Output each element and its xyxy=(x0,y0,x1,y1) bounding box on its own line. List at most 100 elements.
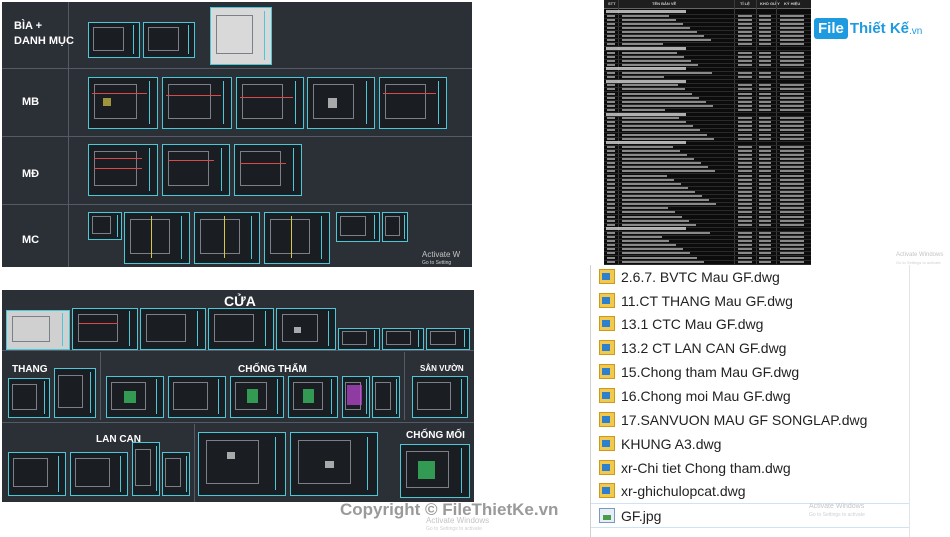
drawing-sheet-md-2[interactable] xyxy=(162,144,230,196)
table-cell xyxy=(738,149,752,152)
drawing-sheet-mc-5[interactable] xyxy=(336,212,380,242)
table-cell xyxy=(759,72,771,74)
drawing-sheet-cover-2[interactable] xyxy=(143,22,195,58)
drawing-sheet-mb-4[interactable] xyxy=(307,77,375,129)
table-cell xyxy=(759,39,771,42)
drawing-sheet-chong-tham-2[interactable] xyxy=(168,376,226,418)
table-cell xyxy=(622,108,665,111)
table-cell xyxy=(780,260,804,263)
table-cell xyxy=(738,215,752,218)
table-cell xyxy=(622,18,676,21)
door-schedule-sheet[interactable] xyxy=(6,310,70,350)
file-item[interactable]: 16.Chong moi Mau GF.dwg xyxy=(591,384,909,407)
filethietke-logo[interactable]: File Thiết Kế .vn xyxy=(814,14,922,42)
drawing-sheet-chong-tham-1[interactable] xyxy=(106,376,164,418)
file-item[interactable]: 15.Chong tham Mau GF.dwg xyxy=(591,360,909,383)
table-cell xyxy=(607,211,615,214)
file-item[interactable]: KHUNG A3.dwg xyxy=(591,432,909,455)
table-cell xyxy=(738,260,752,263)
drawing-sheet-mb-2[interactable] xyxy=(162,77,232,129)
watermark-line2: Go to Settings to activate xyxy=(426,526,482,532)
drawing-sheet-cua-6[interactable] xyxy=(382,328,424,350)
table-cell xyxy=(622,203,716,206)
drawing-sheet-cua-2[interactable] xyxy=(140,308,206,350)
table-cell xyxy=(780,18,804,21)
activate-windows-watermark-table: Activate Windows Go to Settings to activ… xyxy=(896,252,944,265)
drawing-sheet-cua-1[interactable] xyxy=(72,308,138,350)
drawing-sheet-mc-6[interactable] xyxy=(382,212,408,242)
file-item[interactable]: 17.SANVUON MAU GF SONGLAP.dwg xyxy=(591,408,909,431)
dwg-file-icon xyxy=(599,269,615,284)
table-cell xyxy=(622,117,679,120)
drawing-sheet-chong-moi-1[interactable] xyxy=(198,432,286,496)
drawing-sheet-chong-tham-6[interactable] xyxy=(372,376,400,418)
drawing-index-table: STT TÊN BẢN VẼ TỈ LỆ KHỔ GIẤY KÝ HIỆU xyxy=(604,0,811,268)
table-cell xyxy=(738,256,752,259)
drawing-sheet-cua-4[interactable] xyxy=(276,308,336,350)
file-item[interactable]: 13.2 CT LAN CAN GF.dwg xyxy=(591,336,909,359)
table-cell xyxy=(780,22,804,25)
drawing-sheet-md-1[interactable] xyxy=(88,144,158,196)
table-cell xyxy=(780,203,804,206)
file-item[interactable]: 11.CT THANG Mau GF.dwg xyxy=(591,289,909,312)
table-cell xyxy=(622,51,677,54)
table-cell xyxy=(607,35,615,38)
drawing-sheet-thang-2[interactable] xyxy=(54,368,96,418)
drawing-sheet-index[interactable] xyxy=(210,7,272,65)
table-cell xyxy=(780,170,804,173)
table-cell xyxy=(738,43,752,46)
row-divider xyxy=(2,136,472,137)
file-name: KHUNG A3.dwg xyxy=(621,435,722,452)
table-cell xyxy=(607,182,615,185)
table-cell xyxy=(607,203,615,206)
drawing-sheet-lan-can-3[interactable] xyxy=(132,442,160,496)
drawing-sheet-mb-3[interactable] xyxy=(236,77,304,129)
file-item[interactable]: xr-ghichulopcat.dwg xyxy=(591,479,909,502)
drawing-sheet-mc-2[interactable] xyxy=(124,212,190,264)
drawing-sheet-lan-can-4[interactable] xyxy=(162,452,190,496)
file-name: xr-ghichulopcat.dwg xyxy=(621,482,746,499)
table-cell xyxy=(780,154,804,156)
file-item[interactable]: 2.6.7. BVTC Mau GF.dwg xyxy=(591,265,909,288)
table-cell xyxy=(759,145,771,148)
table-cell xyxy=(780,55,804,58)
drawing-sheet-cua-5[interactable] xyxy=(338,328,380,350)
drawing-sheet-mb-5[interactable] xyxy=(379,77,447,129)
table-cell xyxy=(622,72,712,74)
drawing-sheet-mb-1[interactable] xyxy=(88,77,158,129)
table-cell xyxy=(738,59,752,62)
table-cell xyxy=(622,190,695,193)
drawing-sheet-mc-1[interactable] xyxy=(88,212,122,240)
drawing-sheet-mc-3[interactable] xyxy=(194,212,260,264)
file-item[interactable]: 13.1 CTC Mau GF.dwg xyxy=(591,312,909,335)
table-section-row xyxy=(606,79,686,83)
file-item[interactable]: xr-Chi tiet Chong tham.dwg xyxy=(591,456,909,479)
drawing-sheet-chong-tham-3[interactable] xyxy=(230,376,284,418)
table-cell xyxy=(759,252,771,255)
drawing-sheet-thang-1[interactable] xyxy=(8,378,50,418)
row-label-bia: BÌA + DANH MỤC xyxy=(14,20,74,47)
table-cell xyxy=(738,26,752,29)
drawing-sheet-chong-moi-2[interactable] xyxy=(290,432,378,496)
drawing-sheet-cua-7[interactable] xyxy=(426,328,470,350)
table-cell xyxy=(759,231,771,234)
table-cell xyxy=(622,63,698,66)
drawing-sheet-lan-can-1[interactable] xyxy=(8,452,66,496)
table-cell xyxy=(780,88,804,91)
table-cell xyxy=(738,137,752,140)
table-cell xyxy=(759,100,771,103)
drawing-sheet-md-3[interactable] xyxy=(234,144,302,196)
table-cell xyxy=(738,39,752,42)
drawing-sheet-san-vuon[interactable] xyxy=(412,376,468,418)
drawing-sheet-cover-1[interactable] xyxy=(88,22,140,58)
table-cell xyxy=(780,76,804,79)
table-cell xyxy=(738,240,752,243)
drawing-sheet-mc-4[interactable] xyxy=(264,212,330,264)
table-cell xyxy=(738,199,752,202)
drawing-sheet-chong-tham-5[interactable] xyxy=(342,376,370,418)
drawing-sheet-chong-moi-3[interactable] xyxy=(400,444,470,498)
drawing-sheet-chong-tham-4[interactable] xyxy=(288,376,338,418)
drawing-sheet-cua-3[interactable] xyxy=(208,308,274,350)
drawing-sheet-lan-can-2[interactable] xyxy=(70,452,128,496)
row-label-bia-line2: DANH MỤC xyxy=(14,35,74,47)
